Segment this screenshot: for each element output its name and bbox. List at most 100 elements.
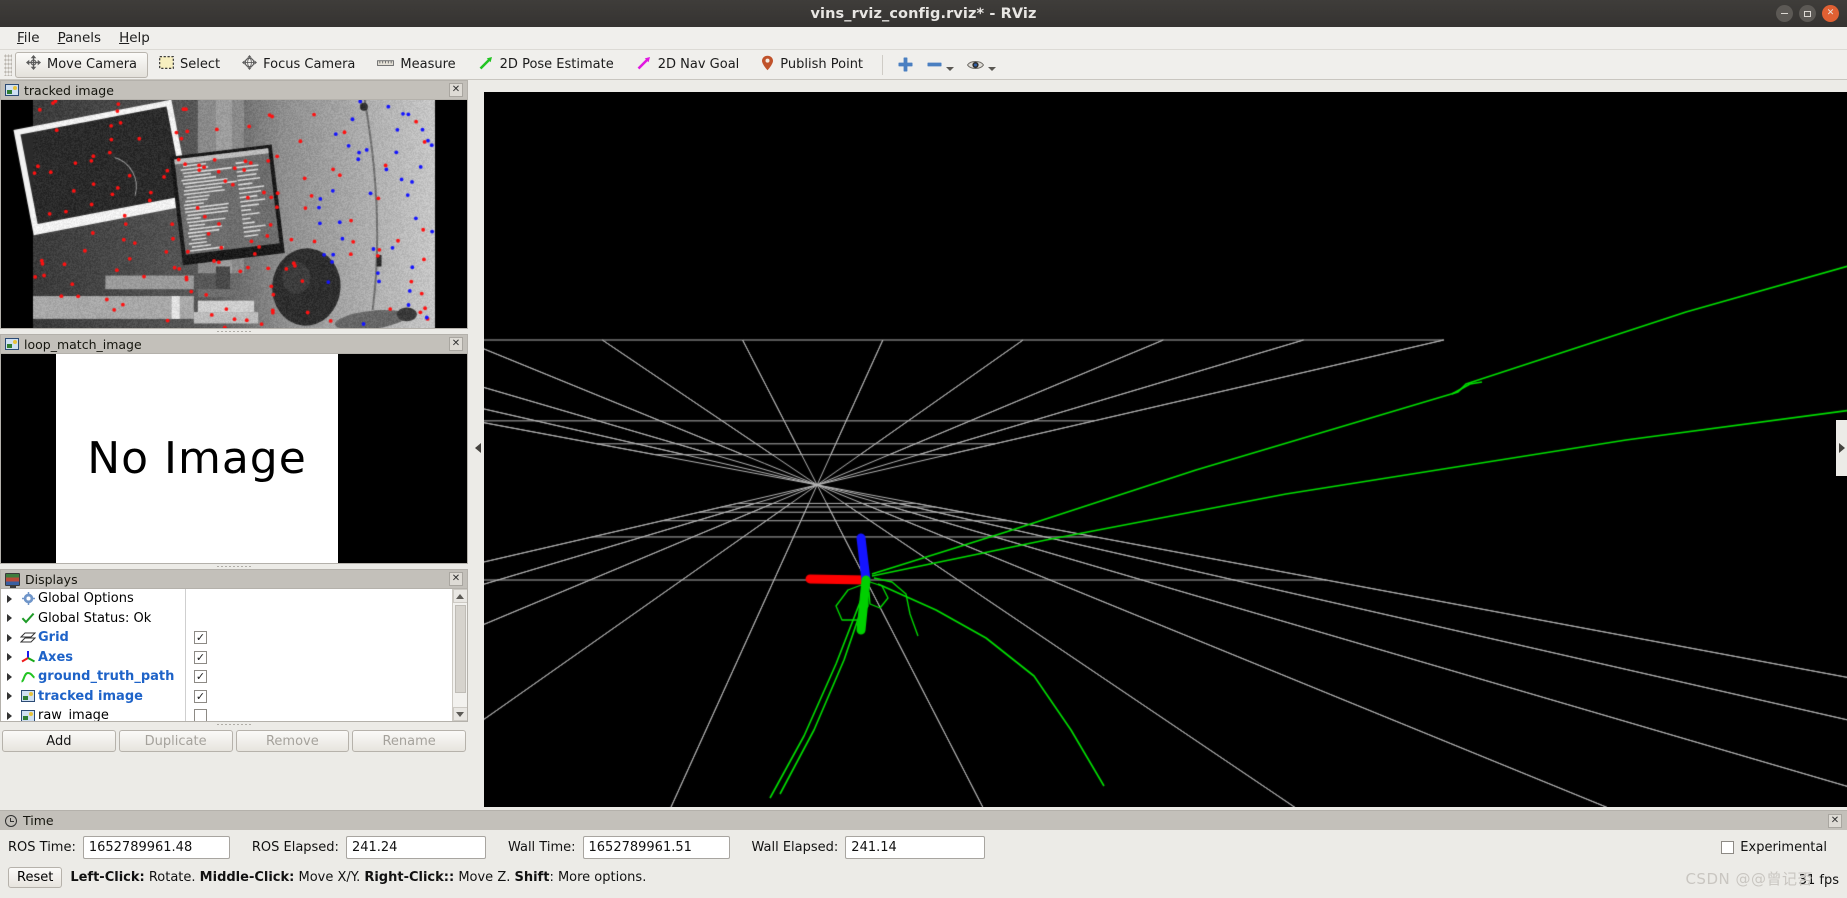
wall-elapsed-field[interactable]: 241.14 — [845, 836, 985, 859]
image-display-icon — [5, 84, 19, 96]
checkbox-grid[interactable]: ✓ — [194, 631, 207, 644]
wall-time-field[interactable]: 1652789961.51 — [583, 836, 730, 859]
close-window-button[interactable]: ✕ — [1822, 5, 1839, 22]
expand-arrow-icon[interactable] — [1, 712, 18, 720]
checkbox-row-empty — [185, 589, 425, 609]
remove-view-chevron-down-icon[interactable] — [946, 67, 954, 71]
expand-arrow-icon[interactable] — [1, 634, 18, 642]
time-fields-row: ROS Time: 1652789961.48 ROS Elapsed: 241… — [0, 830, 1847, 864]
hint-middle-click: Middle-Click: — [200, 870, 295, 885]
check-icon — [18, 612, 38, 624]
ros-elapsed-field[interactable]: 241.24 — [346, 836, 486, 859]
checkbox-tracked-image[interactable]: ✓ — [194, 690, 207, 703]
focus-camera-icon — [242, 55, 257, 74]
hint-right-click: Right-Click:: — [364, 870, 454, 885]
displays-panel-header[interactable]: Displays ✕ — [0, 569, 468, 588]
chevron-left-icon — [475, 443, 481, 453]
reset-button[interactable]: Reset — [8, 867, 62, 888]
menu-help[interactable]: Help — [110, 28, 159, 48]
ros-time-field[interactable]: 1652789961.48 — [83, 836, 230, 859]
tracked-image-view[interactable] — [0, 99, 468, 329]
remove-view-button[interactable] — [920, 52, 960, 78]
tool-focus-camera-label: Focus Camera — [263, 57, 355, 72]
toolbar-separator — [882, 55, 883, 75]
menu-help-rest: elp — [129, 30, 150, 46]
tool-publish-point[interactable]: Publish Point — [750, 52, 874, 78]
axes-icon — [18, 650, 38, 664]
expand-arrow-icon[interactable] — [1, 595, 18, 603]
measure-icon — [377, 57, 394, 72]
fps-counter: 31 fps — [1799, 873, 1839, 888]
display-label: ground_truth_path — [38, 669, 174, 684]
menu-file[interactable]: File — [8, 28, 49, 48]
tracked-image-panel-header[interactable]: tracked image ✕ — [0, 80, 468, 99]
add-view-button[interactable] — [891, 52, 920, 78]
expand-arrow-icon[interactable] — [1, 673, 18, 681]
menu-panels-rest: anels — [65, 30, 101, 46]
display-label: Axes — [38, 650, 73, 665]
checkbox-experimental[interactable] — [1721, 841, 1734, 854]
gear-icon — [18, 592, 38, 605]
expand-arrow-icon[interactable] — [1, 692, 18, 700]
menu-file-rest: ile — [24, 30, 40, 46]
tracked-image-close-icon[interactable]: ✕ — [449, 83, 463, 97]
tool-2d-pose-estimate[interactable]: 2D Pose Estimate — [467, 52, 625, 78]
scroll-up-button[interactable] — [453, 589, 468, 603]
maximize-button[interactable] — [1799, 5, 1816, 22]
visibility-chevron-down-icon[interactable] — [988, 67, 996, 71]
main-toolbar: Move Camera Select Focus Camera Measure … — [0, 50, 1847, 80]
tool-measure-label: Measure — [400, 57, 455, 72]
experimental-toggle[interactable]: Experimental — [1721, 840, 1839, 855]
minimize-button[interactable] — [1776, 5, 1793, 22]
loop-match-image-close-icon[interactable]: ✕ — [449, 337, 463, 351]
window-controls: ✕ — [1776, 5, 1839, 22]
displays-close-icon[interactable]: ✕ — [449, 572, 463, 586]
window-title: vins_rviz_config.rviz* - RViz — [810, 6, 1036, 22]
loop-match-image-panel-header[interactable]: loop_match_image ✕ — [0, 334, 468, 353]
time-close-icon[interactable]: ✕ — [1828, 814, 1842, 828]
pose-estimate-icon — [478, 55, 494, 75]
tool-2d-pose-estimate-label: 2D Pose Estimate — [500, 57, 614, 72]
duplicate-display-button[interactable]: Duplicate — [119, 730, 233, 752]
hint-rotate: Rotate. — [145, 870, 200, 885]
checkbox-ground-truth-path[interactable]: ✓ — [194, 670, 207, 683]
expand-arrow-icon[interactable] — [1, 653, 18, 661]
tool-2d-nav-goal[interactable]: 2D Nav Goal — [625, 52, 751, 78]
tool-focus-camera[interactable]: Focus Camera — [231, 52, 366, 78]
checkbox-raw-image[interactable] — [194, 709, 207, 722]
toolbar-grip[interactable] — [4, 54, 12, 76]
expand-arrow-icon[interactable] — [1, 614, 18, 622]
tool-publish-point-label: Publish Point — [780, 57, 863, 72]
time-panel-header[interactable]: Time ✕ — [0, 810, 1847, 830]
window-titlebar: vins_rviz_config.rviz* - RViz ✕ — [0, 0, 1847, 27]
rename-display-button[interactable]: Rename — [352, 730, 466, 752]
render-view-3d[interactable] — [484, 92, 1847, 807]
checkbox-row-empty — [185, 609, 425, 629]
display-label: Global Options — [38, 591, 134, 606]
display-label: Global Status: Ok — [38, 611, 151, 626]
checkbox-axes[interactable]: ✓ — [194, 651, 207, 664]
displays-checkbox-column: ✓ ✓ ✓ ✓ — [185, 589, 425, 722]
displays-tree[interactable]: Global Options Global Status: Ok Grid Ax… — [0, 588, 468, 722]
menu-panels[interactable]: Panels — [49, 28, 110, 48]
displays-vertical-scrollbar[interactable] — [452, 589, 467, 721]
loop-match-image-view[interactable]: No Image — [0, 353, 468, 564]
tool-select[interactable]: Select — [148, 52, 231, 78]
move-camera-icon — [26, 55, 41, 74]
checkbox-row-axes: ✓ — [185, 648, 425, 668]
collapse-right-dock-handle[interactable] — [1836, 420, 1847, 476]
checkbox-row-raw-image — [185, 706, 425, 722]
visibility-button[interactable] — [960, 52, 1002, 78]
wall-elapsed-label: Wall Elapsed: — [752, 840, 839, 855]
image-display-icon — [18, 710, 38, 722]
time-panel: Time ✕ ROS Time: 1652789961.48 ROS Elaps… — [0, 810, 1847, 898]
experimental-label: Experimental — [1740, 840, 1827, 855]
scroll-down-button[interactable] — [453, 707, 468, 721]
add-display-button[interactable]: Add — [2, 730, 116, 752]
remove-display-button[interactable]: Remove — [236, 730, 350, 752]
scrollbar-thumb[interactable] — [455, 605, 466, 693]
tool-select-label: Select — [180, 57, 220, 72]
collapse-left-dock-handle[interactable] — [472, 420, 483, 476]
tool-move-camera[interactable]: Move Camera — [15, 52, 148, 78]
tool-measure[interactable]: Measure — [366, 52, 466, 78]
